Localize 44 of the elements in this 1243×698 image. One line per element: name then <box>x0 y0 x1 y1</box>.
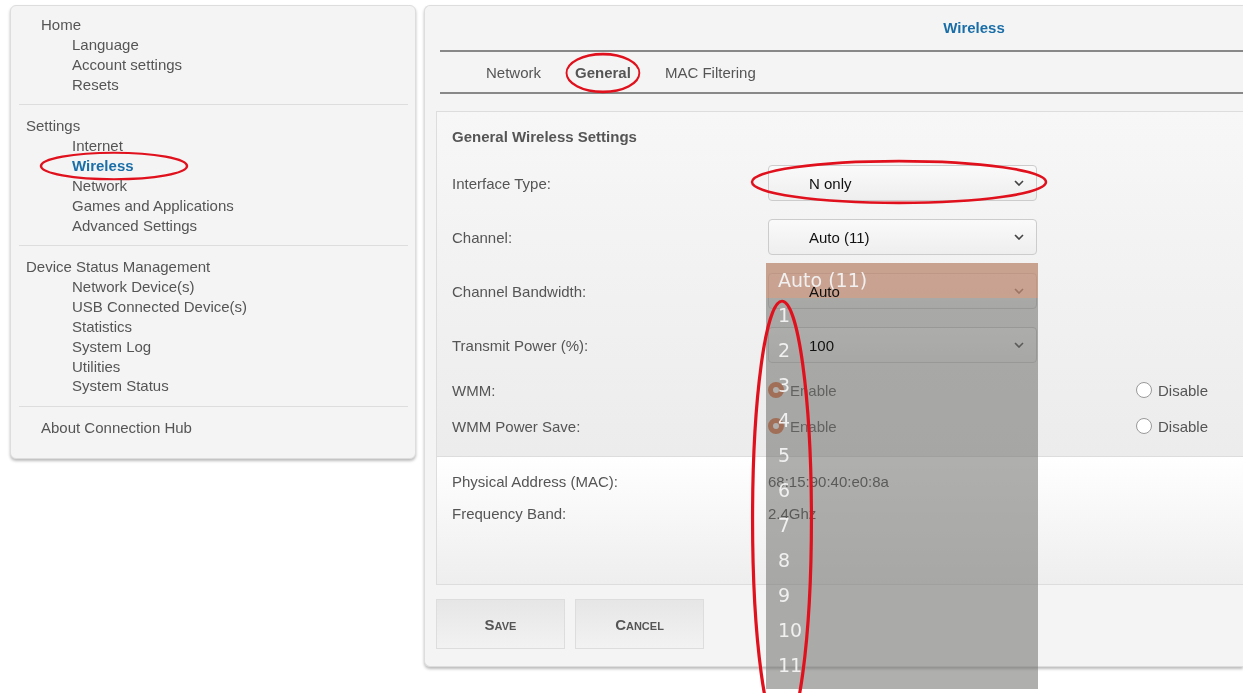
radio-button[interactable] <box>1136 382 1152 398</box>
sidebar-heading[interactable]: Settings <box>19 116 408 137</box>
chevron-icon <box>1014 180 1024 186</box>
chevron-icon <box>1014 234 1024 240</box>
select-value: 100 <box>809 336 835 354</box>
sidebar-heading[interactable]: Device Status Management <box>19 257 408 278</box>
sidebar-item[interactable]: USB Connected Device(s) <box>72 298 248 316</box>
sidebar-item[interactable]: Internet <box>72 137 123 155</box>
action-button[interactable]: Cancel <box>575 599 704 649</box>
dropdown-select[interactable]: N only <box>768 165 1037 201</box>
sidebar-heading[interactable]: Home <box>19 15 408 35</box>
radio-label: Disable <box>1158 417 1209 435</box>
field-label: Channel: <box>452 228 514 246</box>
sidebar-item[interactable]: Utilities <box>72 357 121 375</box>
sidebar-item[interactable]: Account settings <box>72 55 183 73</box>
sidebar-item[interactable]: Advanced Settings <box>72 216 198 234</box>
info-label: Physical Address (MAC): <box>452 473 619 490</box>
sidebar-item[interactable]: Network Device(s) <box>72 278 195 296</box>
page-title: Wireless <box>942 18 1006 38</box>
field-label: Interface Type: <box>452 174 552 192</box>
field-label: Channel Bandwidth: <box>452 282 588 300</box>
sidebar-item[interactable]: System Status <box>72 377 169 395</box>
sidebar-item[interactable]: Statistics <box>72 317 132 335</box>
sidebar-heading[interactable]: About Connection Hub <box>19 418 408 439</box>
field-label: WMM: <box>452 381 497 399</box>
action-button[interactable]: Save <box>436 599 565 649</box>
sidebar-item[interactable]: Resets <box>72 75 119 93</box>
tab[interactable]: MAC Filtering <box>664 63 756 81</box>
field-label: Transmit Power (%): <box>452 336 590 354</box>
field-label: WMM Power Save: <box>452 417 582 435</box>
select-value: N only <box>809 174 852 192</box>
sidebar-item[interactable]: System Log <box>72 337 152 355</box>
section-title: General Wireless Settings <box>452 128 638 147</box>
sidebar-item[interactable]: Network <box>72 177 127 194</box>
info-label: Frequency Band: <box>452 505 568 522</box>
sidebar-item[interactable]: Games and Applications <box>72 196 234 214</box>
radio-button[interactable] <box>1136 418 1152 434</box>
select-value: Auto (11) <box>809 228 870 246</box>
radio-label: Disable <box>1158 381 1209 399</box>
tab[interactable]: Network <box>486 63 541 81</box>
sidebar-item[interactable]: Language <box>72 36 139 53</box>
dropdown-select[interactable]: Auto (11) <box>768 219 1037 255</box>
chevron-icon <box>1014 288 1024 294</box>
chevron-icon <box>1014 342 1024 348</box>
